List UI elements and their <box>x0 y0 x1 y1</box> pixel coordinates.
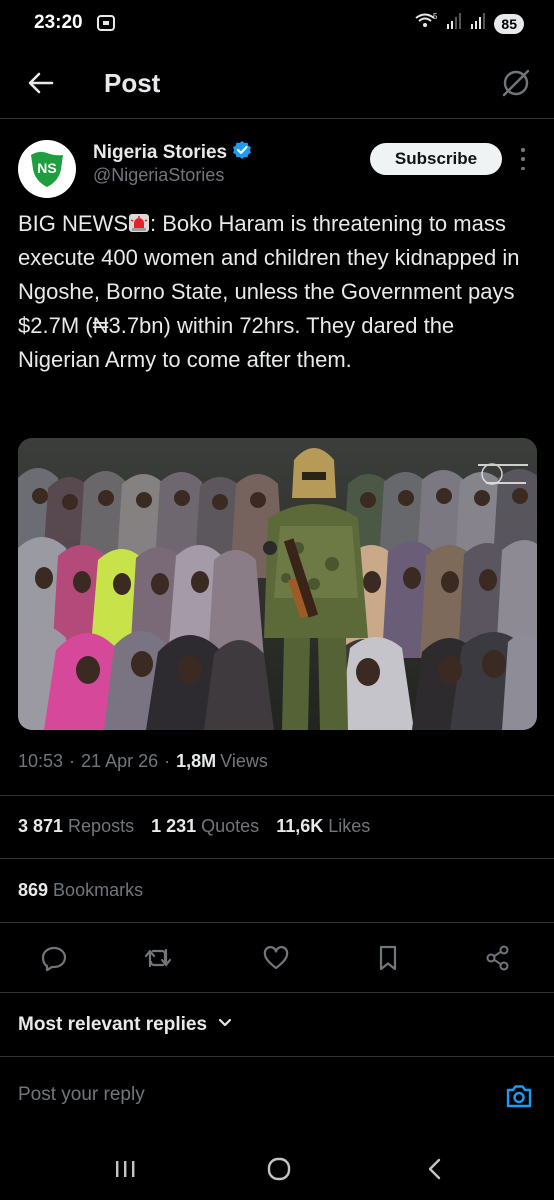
views-count: 1,8M <box>176 751 217 771</box>
subscribe-button[interactable]: Subscribe <box>370 143 502 175</box>
reposts-label: Reposts <box>68 816 135 836</box>
wifi-icon: 5 <box>414 11 440 36</box>
reposts-count: 3 871 <box>18 816 64 836</box>
status-indicators: 5 85 <box>414 11 524 36</box>
post-text: BIG NEWS: Boko Haram is threatening to m… <box>18 207 538 377</box>
views-label: Views <box>220 751 268 771</box>
more-icon[interactable] <box>516 148 530 170</box>
post-time: 10:53 <box>18 751 64 771</box>
author-name-text: Nigeria Stories <box>93 142 228 163</box>
bookmarks-divider <box>0 922 554 923</box>
status-bar: 23:20 5 85 <box>0 0 554 48</box>
back-arrow-icon[interactable] <box>26 68 56 98</box>
stats-divider <box>0 858 554 859</box>
status-time: 23:20 <box>34 12 83 33</box>
author-name[interactable]: Nigeria Stories <box>93 140 252 166</box>
quotes-label: Quotes <box>201 816 260 836</box>
reply-bar <box>0 1056 554 1136</box>
meta-separator: · <box>164 751 171 771</box>
reposts-stat[interactable]: 3 871 Reposts <box>18 816 134 837</box>
system-nav-bar <box>0 1136 554 1200</box>
bookmarks-count: 869 <box>18 880 49 900</box>
post-image[interactable] <box>18 438 537 730</box>
nigeria-stories-logo: NS <box>25 147 69 191</box>
app-header: Post <box>0 48 554 118</box>
signal-icon-1 <box>446 12 464 35</box>
post-text-part1: BIG NEWS <box>18 211 129 236</box>
back-nav-icon[interactable] <box>420 1154 450 1184</box>
reply-input[interactable] <box>18 1084 438 1106</box>
siren-icon <box>128 209 150 232</box>
repost-icon[interactable] <box>140 940 176 976</box>
verified-badge-icon <box>232 140 252 166</box>
engagement-stats: 3 871 Reposts 1 231 Quotes 11,6K Likes <box>18 816 387 837</box>
home-icon[interactable] <box>264 1154 294 1184</box>
quotes-count: 1 231 <box>151 816 197 836</box>
bookmark-icon[interactable] <box>370 940 406 976</box>
camera-icon[interactable] <box>504 1082 534 1110</box>
author-handle[interactable]: @NigeriaStories <box>93 165 224 186</box>
meta-separator: · <box>69 751 76 771</box>
reply-icon[interactable] <box>36 940 72 976</box>
likes-label: Likes <box>328 816 371 836</box>
replies-sort-label: Most relevant replies <box>18 1014 208 1035</box>
battery-indicator: 85 <box>494 13 524 34</box>
actions-divider <box>0 992 554 993</box>
page-title: Post <box>104 68 161 98</box>
avatar[interactable]: NS <box>18 140 76 198</box>
svg-text:NS: NS <box>37 160 56 176</box>
grok-icon[interactable] <box>500 67 532 99</box>
quotes-stat[interactable]: 1 231 Quotes <box>151 816 259 837</box>
chevron-down-icon <box>217 1014 233 1036</box>
post-meta: 10:53 · 21 Apr 26 · 1,8M Views <box>18 751 268 772</box>
svg-text:5: 5 <box>433 12 438 21</box>
share-icon[interactable] <box>480 940 516 976</box>
likes-stat[interactable]: 11,6K Likes <box>276 816 370 837</box>
bookmarks-label: Bookmarks <box>53 880 144 900</box>
bookmarks-stat[interactable]: 869 Bookmarks <box>18 880 143 901</box>
recent-apps-icon[interactable] <box>110 1154 140 1184</box>
screen-record-icon <box>96 13 116 38</box>
post-actions <box>0 940 554 980</box>
post-date: 21 Apr 26 <box>81 751 159 771</box>
meta-divider <box>0 795 554 796</box>
header-divider <box>0 118 554 119</box>
likes-count: 11,6K <box>276 816 324 836</box>
signal-icon-2 <box>470 12 488 35</box>
replies-sort-dropdown[interactable]: Most relevant replies <box>18 1014 233 1036</box>
like-icon[interactable] <box>258 940 294 976</box>
